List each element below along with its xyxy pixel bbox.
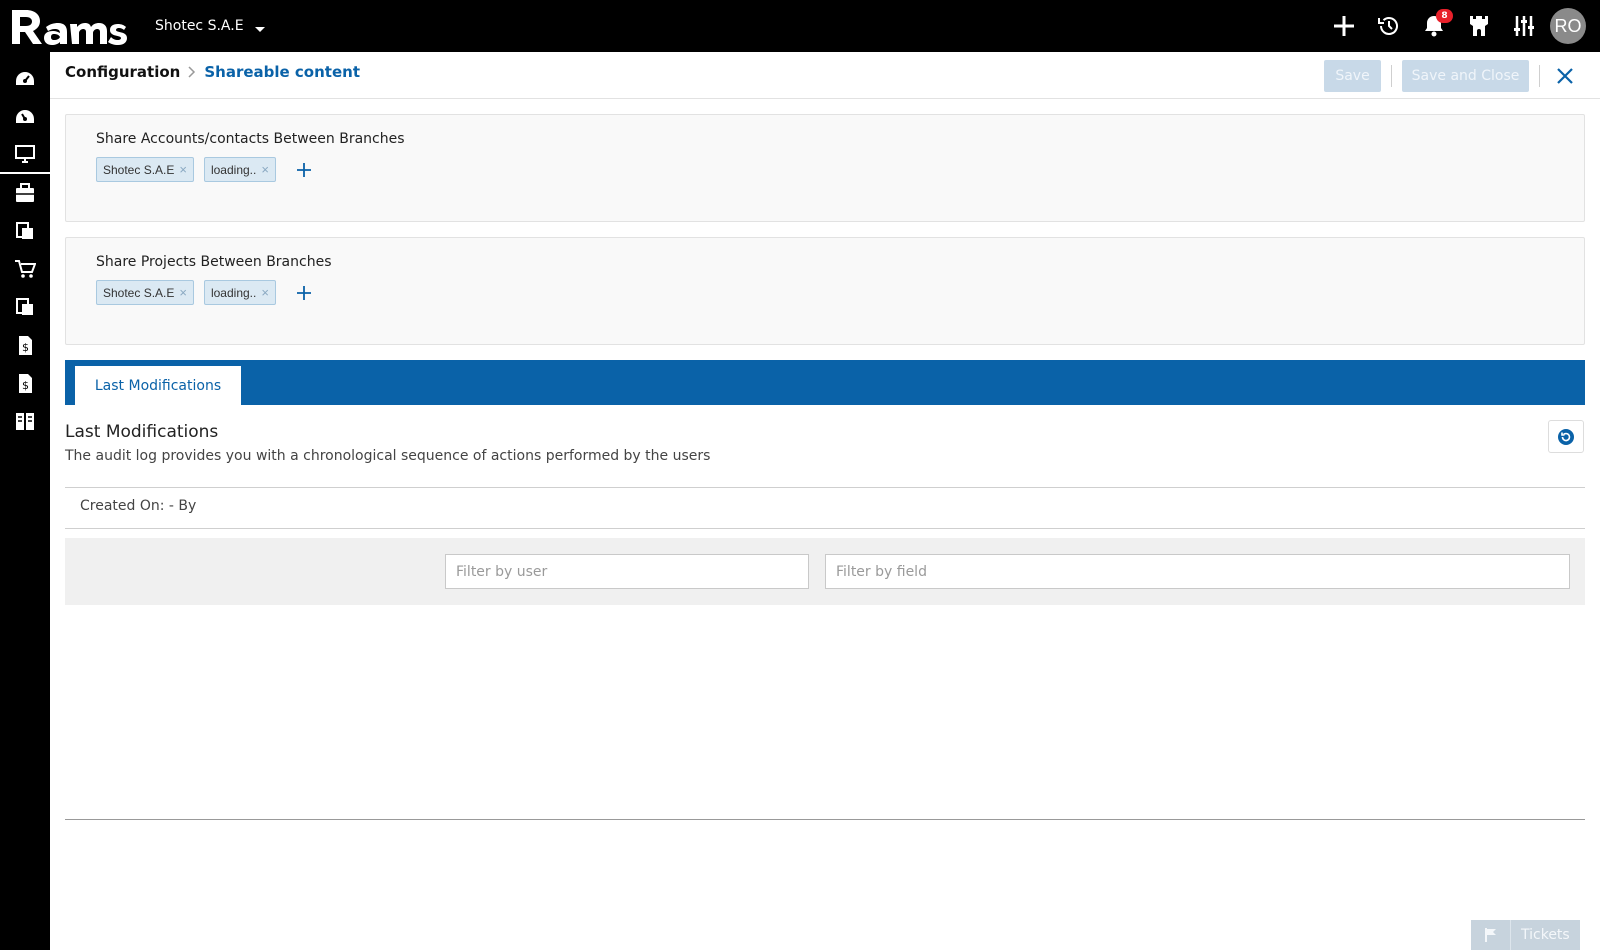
sidebar-item-invoice-alt[interactable]: $ <box>0 364 50 402</box>
user-avatar[interactable]: RO <box>1550 8 1586 44</box>
history-icon <box>1377 17 1398 35</box>
history-button[interactable] <box>1366 0 1411 52</box>
briefcase-icon <box>16 183 34 202</box>
invoice-alt-icon: $ <box>19 374 32 393</box>
tag-label: Shotec S.A.E <box>103 285 175 300</box>
notification-count-badge: 8 <box>1436 9 1453 23</box>
add-branch-button[interactable] <box>294 160 314 180</box>
created-info: Created On: - By <box>80 498 197 514</box>
sidebar-item-cart[interactable] <box>0 250 50 288</box>
breadcrumb-current: Shareable content <box>204 63 360 81</box>
sidebar-item-dashboard[interactable] <box>0 60 50 98</box>
dashboard-icon <box>16 72 34 85</box>
tab-last-modifications[interactable]: Last Modifications <box>75 366 241 405</box>
castle-icon <box>1469 16 1488 36</box>
refresh-icon <box>1558 428 1574 445</box>
add-branch-button[interactable] <box>294 283 314 303</box>
sidebar-item-documents-alt[interactable] <box>0 288 50 326</box>
tickets-label: Tickets <box>1521 927 1570 943</box>
sidebar-item-documents[interactable] <box>0 212 50 250</box>
company-switcher[interactable]: Shotec S.A.E <box>155 18 265 34</box>
filter-by-user-input[interactable] <box>445 554 809 589</box>
settings-sliders-button[interactable] <box>1501 0 1546 52</box>
sidebar-item-dashboard-alt[interactable] <box>0 98 50 136</box>
sidebar-item-briefcase[interactable] <box>0 174 50 212</box>
breadcrumb-configuration[interactable]: Configuration <box>65 63 180 81</box>
share-projects-panel: Share Projects Between Branches Shotec S… <box>65 237 1585 345</box>
breadcrumb: Configuration Shareable content <box>65 63 360 81</box>
sliders-icon <box>1513 16 1534 36</box>
close-button[interactable] <box>1550 61 1580 91</box>
company-name: Shotec S.A.E <box>155 18 244 34</box>
plus-icon <box>296 285 311 300</box>
branch-tag: loading.. × <box>203 157 276 182</box>
close-icon <box>1557 67 1573 84</box>
caret-down-icon <box>254 26 265 32</box>
section-title: Last Modifications <box>65 422 219 442</box>
remove-tag-icon[interactable]: × <box>261 285 269 300</box>
notifications-button[interactable]: 8 <box>1411 0 1456 52</box>
filter-by-field-input[interactable] <box>825 554 1570 589</box>
branch-tag: Shotec S.A.E × <box>96 280 194 305</box>
divider <box>65 528 1585 529</box>
section-description: The audit log provides you with a chrono… <box>65 448 711 464</box>
divider <box>65 487 1585 488</box>
sidebar-item-monitor[interactable] <box>0 136 50 174</box>
tickets-button[interactable]: Tickets <box>1471 920 1580 950</box>
save-button[interactable]: Save <box>1324 59 1381 92</box>
svg-text:$: $ <box>22 341 29 354</box>
page-header: Configuration Shareable content Save Sav… <box>50 52 1600 99</box>
branch-tag: Shotec S.A.E × <box>96 157 194 182</box>
plus-icon <box>296 162 311 177</box>
remove-tag-icon[interactable]: × <box>179 162 187 177</box>
tab-bar: Last Modifications <box>65 360 1585 405</box>
divider <box>1539 64 1540 87</box>
top-bar: Shotec S.A.E 8 RO <box>0 0 1600 52</box>
castle-button[interactable] <box>1456 0 1501 52</box>
tag-label: Shotec S.A.E <box>103 162 175 177</box>
tag-label: loading.. <box>210 162 257 177</box>
panel-title: Share Projects Between Branches <box>96 254 332 270</box>
chevron-right-icon <box>187 66 197 78</box>
refresh-button[interactable] <box>1548 420 1584 453</box>
filter-bar <box>65 538 1585 605</box>
documents-icon <box>16 222 33 239</box>
branch-tags: Shotec S.A.E × loading.. × <box>96 157 314 182</box>
flag-icon <box>1471 920 1511 950</box>
monitor-icon <box>15 145 35 163</box>
plus-icon <box>1333 16 1354 36</box>
cart-icon <box>15 260 36 278</box>
add-button[interactable] <box>1321 0 1366 52</box>
share-accounts-panel: Share Accounts/contacts Between Branches… <box>65 114 1585 222</box>
dashboard-alt-icon <box>16 110 34 123</box>
left-sidebar: $ $ <box>0 52 50 950</box>
branch-tags: Shotec S.A.E × loading.. × <box>96 280 314 305</box>
remove-tag-icon[interactable]: × <box>261 162 269 177</box>
save-and-close-button[interactable]: Save and Close <box>1402 59 1529 92</box>
panel-title: Share Accounts/contacts Between Branches <box>96 131 405 147</box>
rams-logo[interactable] <box>10 6 130 46</box>
sidebar-item-invoice[interactable]: $ <box>0 326 50 364</box>
divider <box>1391 64 1392 87</box>
remove-tag-icon[interactable]: × <box>179 285 187 300</box>
svg-text:$: $ <box>22 379 29 392</box>
invoice-icon: $ <box>19 336 32 355</box>
columns-icon <box>16 413 34 430</box>
branch-tag: loading.. × <box>203 280 276 305</box>
tag-label: loading.. <box>210 285 257 300</box>
documents-alt-icon <box>16 298 33 315</box>
sidebar-item-columns[interactable] <box>0 402 50 440</box>
divider <box>65 819 1585 820</box>
